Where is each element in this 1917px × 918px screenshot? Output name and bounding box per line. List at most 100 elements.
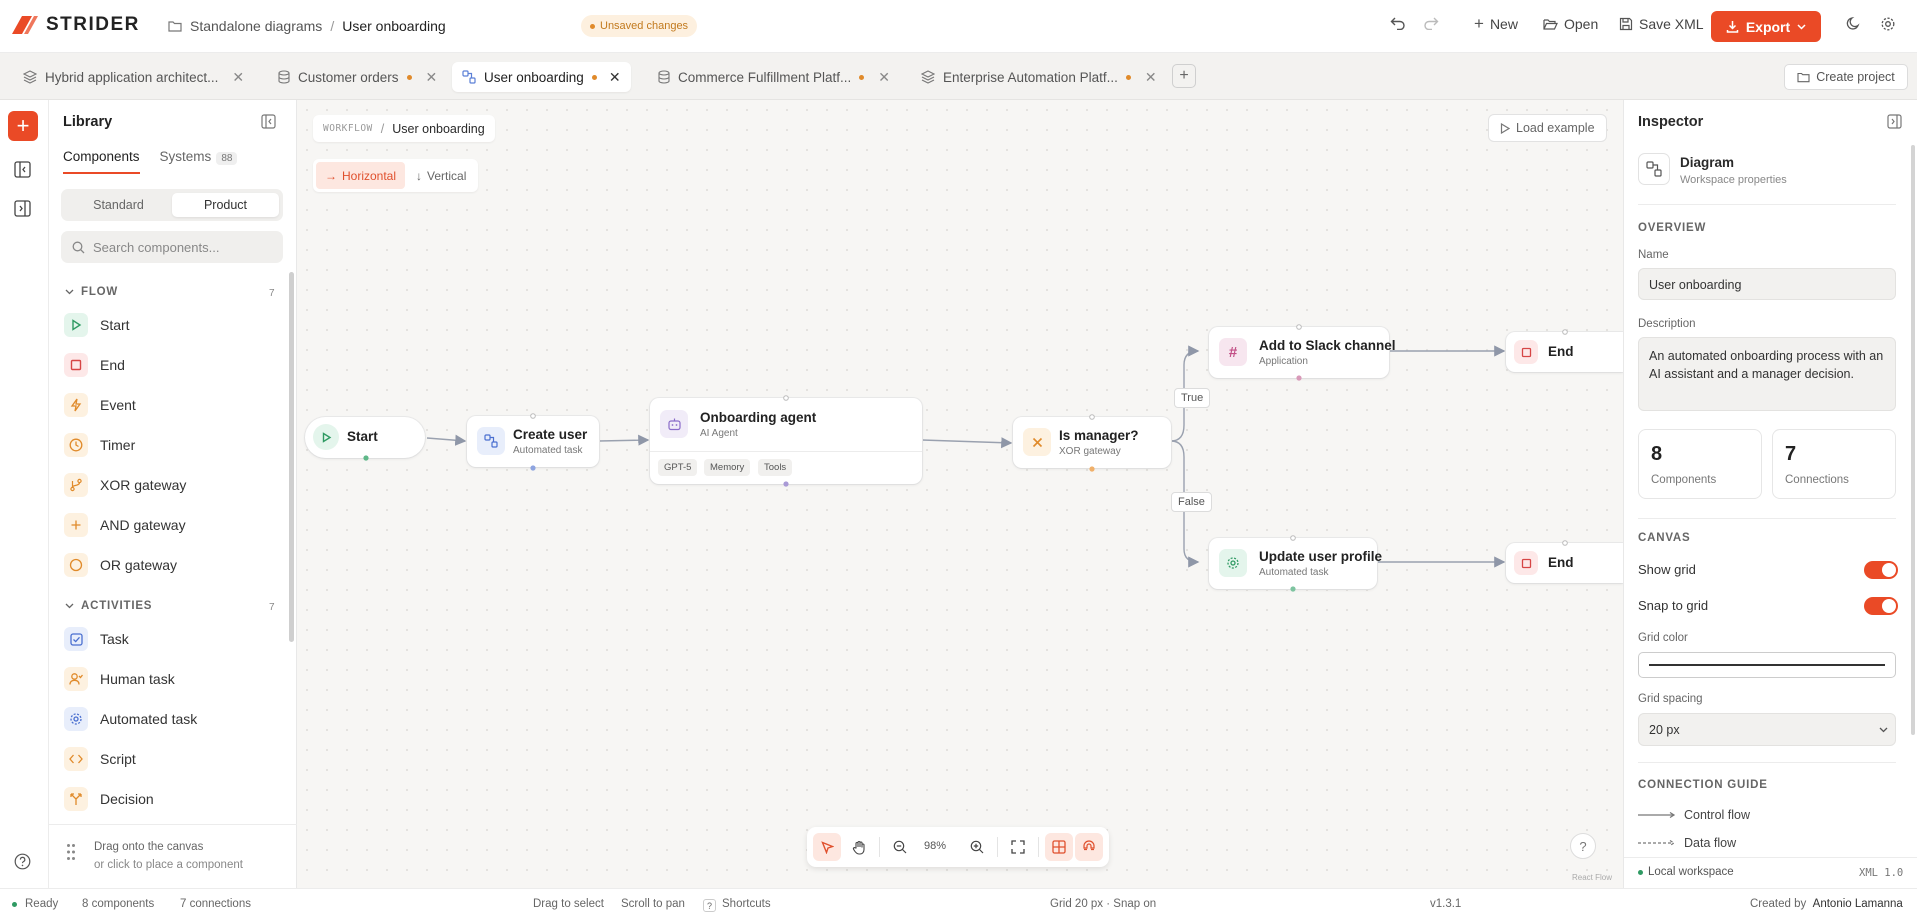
- close-icon[interactable]: ✕: [878, 69, 890, 86]
- toggle-library-button[interactable]: [14, 161, 31, 178]
- close-icon[interactable]: ✕: [609, 69, 621, 86]
- grid-spacing-select[interactable]: 20 px: [1638, 713, 1896, 746]
- tab-commerce-fulfillment[interactable]: Commerce Fulfillment Platf... ✕: [648, 62, 900, 92]
- top-bar: STRIDER Standalone diagrams / User onboa…: [0, 0, 1917, 53]
- segment-standard[interactable]: Standard: [65, 193, 172, 217]
- snap-toggle-button[interactable]: [1075, 833, 1103, 861]
- dirty-dot: [859, 74, 865, 80]
- inspector-scrollbar[interactable]: [1911, 145, 1915, 735]
- grid-toggle-button[interactable]: [1045, 833, 1073, 861]
- show-grid-toggle[interactable]: [1864, 561, 1898, 579]
- undo-icon: [1390, 17, 1405, 30]
- close-icon[interactable]: ✕: [426, 69, 438, 86]
- save-xml-button[interactable]: Save XML: [1619, 16, 1704, 32]
- component-label: Task: [100, 631, 129, 647]
- export-label: Export: [1745, 18, 1791, 35]
- component-human-task[interactable]: Human task: [64, 667, 175, 691]
- author-name[interactable]: Antonio Lamanna: [1813, 898, 1903, 910]
- add-component-button[interactable]: +: [8, 111, 38, 141]
- description-textarea[interactable]: An automated onboarding process with an …: [1638, 337, 1896, 411]
- snap-grid-label: Snap to grid: [1638, 598, 1709, 613]
- component-search-input[interactable]: Search components...: [61, 231, 283, 263]
- panel-left-icon: [14, 161, 31, 178]
- app-logo[interactable]: STRIDER: [10, 14, 140, 36]
- new-button[interactable]: + New: [1474, 15, 1518, 32]
- divider: [1638, 518, 1896, 519]
- select-tool-button[interactable]: [813, 833, 841, 861]
- component-task[interactable]: Task: [64, 627, 129, 651]
- tab-systems[interactable]: Systems 88: [160, 149, 238, 174]
- diagram-icon: [1638, 153, 1670, 185]
- breadcrumb-root[interactable]: Standalone diagrams: [190, 18, 322, 34]
- status-bar: Ready 8 components 7 connections Drag to…: [0, 888, 1917, 918]
- zoom-in-icon: [970, 840, 984, 854]
- divider: [1638, 762, 1896, 763]
- name-input[interactable]: User onboarding: [1638, 268, 1896, 300]
- export-button[interactable]: Export: [1711, 11, 1821, 42]
- open-button[interactable]: Open: [1543, 16, 1598, 32]
- breadcrumb: Standalone diagrams / User onboarding: [168, 18, 446, 34]
- library-footer: Drag onto the canvas or click to place a…: [49, 824, 297, 888]
- segment-product[interactable]: Product: [172, 193, 279, 217]
- undo-button[interactable]: [1390, 16, 1406, 30]
- zoom-in-button[interactable]: [963, 833, 991, 861]
- components-count: 8: [1651, 443, 1663, 465]
- library-scrollbar[interactable]: [289, 272, 294, 642]
- components-label: Components: [1651, 474, 1717, 486]
- component-and-gateway[interactable]: AND gateway: [64, 513, 186, 537]
- tab-user-onboarding[interactable]: User onboarding ✕: [452, 62, 631, 92]
- collapse-library-button[interactable]: [261, 114, 276, 129]
- help-button[interactable]: [14, 853, 31, 870]
- chevron-down-icon: [1879, 727, 1888, 733]
- tab-components[interactable]: Components: [63, 149, 140, 174]
- connections-count: 7: [1785, 443, 1797, 465]
- node-handles: [363, 324, 1568, 592]
- redo-icon: [1424, 17, 1439, 30]
- save-label: Save XML: [1639, 16, 1704, 32]
- section-flow-header[interactable]: FLOW: [65, 286, 118, 298]
- systems-count-badge: 88: [216, 152, 238, 165]
- component-script[interactable]: Script: [64, 747, 136, 771]
- component-automated-task[interactable]: Automated task: [64, 707, 197, 731]
- tab-label: User onboarding: [484, 69, 584, 85]
- component-decision[interactable]: Decision: [64, 787, 154, 811]
- tab-enterprise-automation[interactable]: Enterprise Automation Platf... ✕: [911, 62, 1167, 92]
- component-xor-gateway[interactable]: XOR gateway: [64, 473, 186, 497]
- shortcuts-button[interactable]: ? Shortcuts: [703, 898, 771, 912]
- save-icon: [1619, 17, 1633, 31]
- strider-logo-icon: [12, 16, 38, 34]
- redo-button[interactable]: [1423, 16, 1439, 30]
- snap-grid-toggle[interactable]: [1864, 597, 1898, 615]
- diagram-subtitle: Workspace properties: [1680, 174, 1787, 186]
- component-end[interactable]: End: [64, 353, 125, 377]
- add-tab-button[interactable]: +: [1172, 64, 1196, 88]
- layers-icon: [23, 70, 37, 84]
- canvas-help-button[interactable]: ?: [1570, 833, 1596, 859]
- react-flow-attribution[interactable]: React Flow: [1572, 873, 1612, 882]
- tab-customer-orders[interactable]: Customer orders ✕: [268, 62, 447, 92]
- tab-label: Hybrid application architect...: [45, 69, 219, 85]
- fit-view-button[interactable]: [1004, 833, 1032, 861]
- close-icon[interactable]: ✕: [1145, 69, 1157, 86]
- component-timer[interactable]: Timer: [64, 433, 135, 457]
- open-label: Open: [1564, 16, 1599, 32]
- component-start[interactable]: Start: [64, 313, 130, 337]
- section-activities-header[interactable]: ACTIVITIES: [65, 600, 152, 612]
- zoom-out-button[interactable]: [886, 833, 914, 861]
- diagram-canvas[interactable]: WORKFLOW / User onboarding → Horizontal ↓…: [297, 100, 1623, 888]
- collapse-inspector-button[interactable]: [1887, 114, 1902, 129]
- component-or-gateway[interactable]: OR gateway: [64, 553, 177, 577]
- drag-handle-icon: [67, 844, 75, 860]
- toggle-inspector-button[interactable]: [14, 200, 31, 217]
- settings-button[interactable]: [1880, 16, 1896, 32]
- pan-tool-button[interactable]: [845, 833, 873, 861]
- section-title: FLOW: [81, 286, 119, 298]
- grid-color-input[interactable]: [1638, 652, 1896, 678]
- component-event[interactable]: Event: [64, 393, 136, 417]
- tab-hybrid-architecture[interactable]: Hybrid application architect... ✕: [13, 62, 254, 92]
- gear-icon: [1881, 17, 1895, 31]
- inspector-panel: Inspector Diagram Workspace properties O…: [1623, 100, 1917, 888]
- create-project-button[interactable]: Create project: [1784, 64, 1908, 90]
- theme-toggle[interactable]: [1846, 16, 1861, 31]
- close-icon[interactable]: ✕: [232, 69, 244, 86]
